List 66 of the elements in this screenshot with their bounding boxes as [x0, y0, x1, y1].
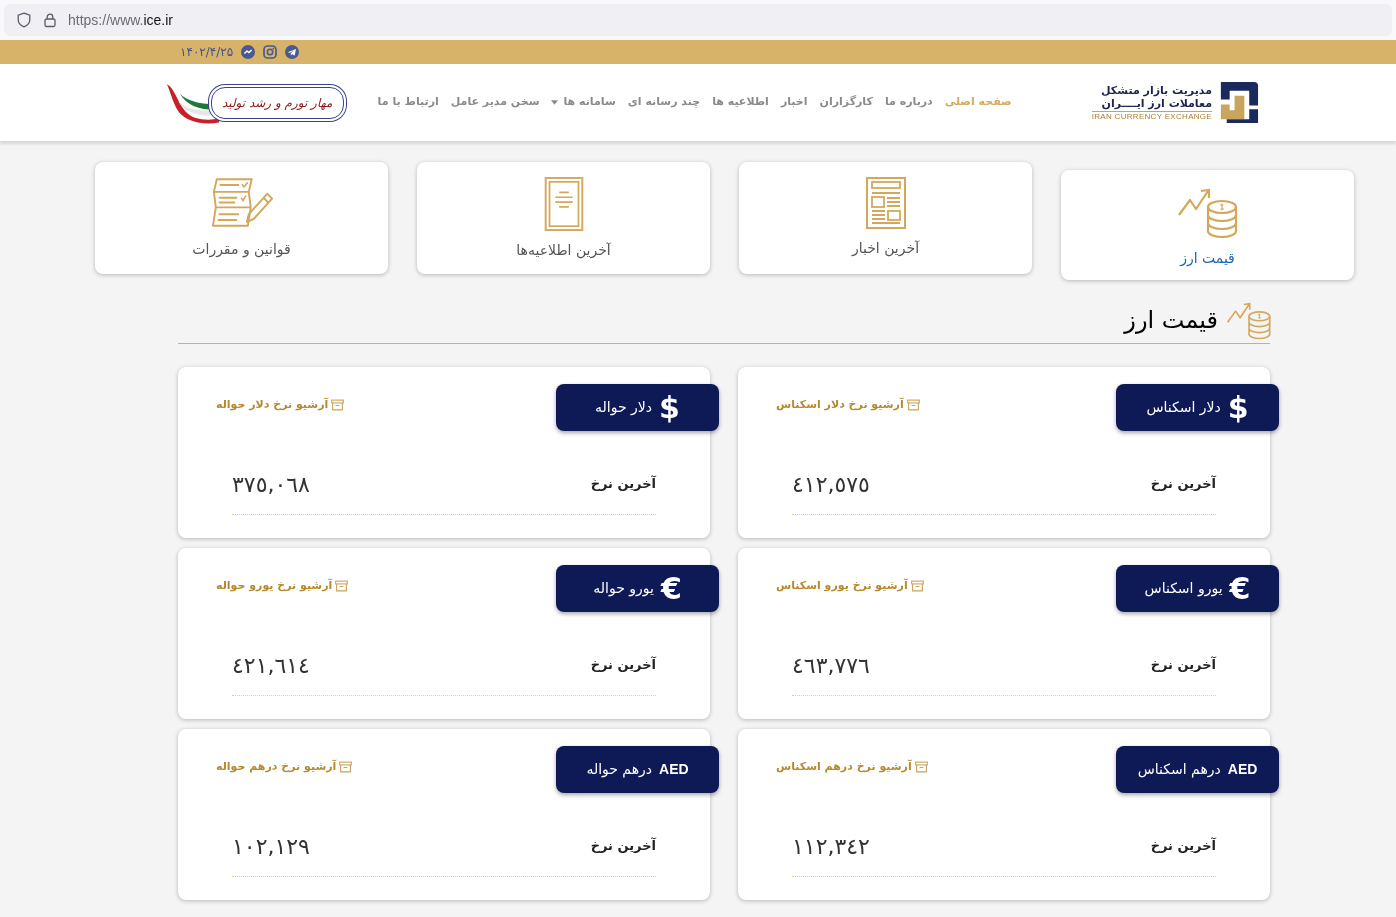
currency-name: درهم حواله [586, 760, 653, 780]
lock-icon[interactable] [43, 12, 57, 28]
archive-box-icon [331, 399, 345, 411]
archive-link[interactable]: آرشیو نرخ یورو حواله [216, 579, 349, 593]
logo-tagline: IRAN CURRENCY EXCHANGE [1091, 110, 1212, 122]
rate-value: ١٠٢,١٢٩ [232, 832, 310, 861]
checklist-pencil-icon [209, 177, 274, 230]
rate-value: ١١٢,٣٤٢ [792, 832, 870, 861]
archive-link[interactable]: آرشیو نرخ دلار حواله [216, 398, 345, 412]
nav-tile[interactable]: قیمت ارز [1061, 170, 1354, 280]
rate-label: آخرین نرخ [1150, 655, 1216, 675]
currency-symbol: € [1229, 573, 1251, 604]
nav-link[interactable]: ارتباط با ما [377, 94, 439, 111]
archive-link[interactable]: آرشیو نرخ دلار اسکناس [776, 398, 920, 412]
rate-label: آخرین نرخ [590, 836, 656, 856]
nav-tile[interactable]: قوانین و مقررات [95, 162, 388, 274]
archive-link[interactable]: آرشیو نرخ درهم اسکناس [776, 760, 928, 774]
caret-icon[interactable] [551, 100, 559, 105]
slogan-text: مهار تورم و رشد تولید [222, 94, 333, 112]
paper-plane-icon[interactable] [285, 45, 300, 59]
archive-box-icon [914, 761, 928, 773]
url-text: https://www.ice.ir [68, 10, 174, 30]
archive-link[interactable]: آرشیو نرخ درهم حواله [216, 760, 353, 774]
currency-name: یورو اسکناس [1144, 579, 1223, 599]
logo-text: معاملات ارز ایــــران [1101, 96, 1212, 110]
currency-symbol: $ [1227, 392, 1249, 423]
nav-link[interactable]: چند رسانه ای [627, 94, 701, 111]
archive-box-icon [910, 580, 924, 592]
nav-tile[interactable]: آخرین اطلاعیه‌ها [417, 162, 710, 274]
nav-link[interactable]: کارگزاران [819, 94, 873, 111]
rate-value: ٤٦٣,٧٧٦ [792, 651, 870, 680]
archive-box-icon [339, 761, 353, 773]
newspaper-icon [865, 177, 906, 229]
document-icon [543, 177, 584, 231]
shield-icon[interactable] [16, 12, 32, 28]
nav-link[interactable]: درباره ما [884, 94, 933, 111]
nav-link[interactable]: صفحه اصلی [944, 94, 1012, 111]
section-title: قیمت ارز [1124, 304, 1218, 336]
archive-box-icon [335, 580, 349, 592]
nav-tile[interactable]: آخرین اخبار [739, 162, 1032, 274]
rate-label: آخرین نرخ [1150, 836, 1216, 856]
rate-value: ٤١٢,٥٧٥ [792, 470, 870, 499]
logo-text: مدیریت بازار متشکل [1101, 83, 1212, 97]
currency-symbol: AED [659, 760, 689, 779]
nav-link[interactable]: سامانه ها [551, 94, 616, 111]
date-text: ۱۴۰۲/۴/۲۵ [180, 44, 234, 61]
nav-link[interactable]: اطلاعیه ها [712, 94, 769, 111]
currency-symbol: AED [1227, 760, 1258, 779]
currency-symbol: € [660, 573, 682, 604]
currency-name: درهم اسکناس [1137, 760, 1221, 780]
archive-link[interactable]: آرشیو نرخ یورو اسکناس [776, 579, 924, 593]
archive-box-icon [906, 399, 920, 411]
nav-link[interactable]: سخن مدیر عامل [450, 94, 540, 111]
currency-symbol: $ [659, 392, 680, 423]
rate-value: ٤٢١,٦١٤ [232, 651, 310, 680]
chat-bubble-icon[interactable] [241, 45, 256, 59]
currency-name: دلار حواله [595, 398, 653, 418]
currency-name: یورو حواله [593, 579, 654, 599]
rate-label: آخرین نرخ [1150, 474, 1216, 494]
rate-label: آخرین نرخ [590, 474, 656, 494]
currency-name: دلار اسکناس [1146, 398, 1221, 418]
rate-label: آخرین نرخ [590, 655, 656, 675]
address-bar[interactable]: https://www.ice.ir [4, 4, 1392, 36]
nav-link[interactable]: اخبار [780, 94, 808, 111]
camera-icon[interactable] [263, 45, 278, 59]
rate-value: ٣٧٥,٠٦٨ [232, 470, 310, 499]
